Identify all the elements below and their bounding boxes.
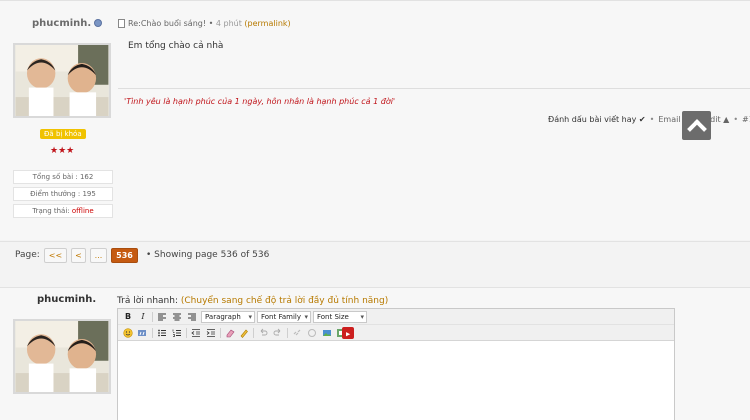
reply-username[interactable]: phucminh. xyxy=(37,294,96,305)
pager-label: Page: xyxy=(15,250,40,260)
stat-total-posts: Tổng số bài : 162 xyxy=(13,170,113,184)
signature-divider xyxy=(118,88,750,89)
emoticon-icon[interactable] xyxy=(123,328,133,338)
redo-icon[interactable] xyxy=(273,328,283,338)
unlink-icon[interactable] xyxy=(307,328,317,338)
signature: 'Tình yêu là hạnh phúc của 1 ngày, hôn n… xyxy=(124,97,396,106)
eraser-icon[interactable] xyxy=(225,328,235,338)
pagination: Page: << < ... 536 • Showing page 536 of… xyxy=(0,241,750,268)
online-status-icon xyxy=(94,19,103,27)
post-time: 4 phút xyxy=(215,19,242,28)
scroll-to-top-icon[interactable] xyxy=(682,111,711,140)
post-number-link[interactable]: #1 xyxy=(742,115,750,124)
post-header: Re:Chào buổi sáng! • 4 phút (permalink) xyxy=(118,19,291,28)
numbered-list-icon[interactable] xyxy=(172,328,182,338)
current-page-button[interactable]: 536 xyxy=(111,248,138,263)
ellipsis-button[interactable]: ... xyxy=(90,248,107,263)
editor-toolbar-2: ▶ xyxy=(118,325,674,341)
undo-icon[interactable] xyxy=(258,328,268,338)
avatar xyxy=(13,43,111,118)
clean-format-icon[interactable] xyxy=(239,328,249,338)
pager-info: • Showing page 536 of 536 xyxy=(146,250,270,260)
italic-button[interactable]: I xyxy=(138,312,148,322)
reply-title: Trả lời nhanh: (Chuyển sang chế độ trả l… xyxy=(117,296,389,306)
image-icon[interactable] xyxy=(322,328,332,338)
bullet-list-icon[interactable] xyxy=(157,328,167,338)
paragraph-select[interactable]: Paragraph xyxy=(201,311,255,323)
align-center-icon[interactable] xyxy=(172,312,182,322)
align-right-icon[interactable] xyxy=(187,312,197,322)
avatar-photo xyxy=(15,321,109,392)
rank-stars: ★★★ xyxy=(50,146,75,156)
full-editor-link[interactable]: (Chuyển sang chế độ trả lời đầy đủ tính … xyxy=(181,296,388,306)
avatar-photo xyxy=(15,45,109,116)
prev-page-button[interactable]: < xyxy=(71,248,86,263)
editor-toolbar-1: B I Paragraph Font Family Font Size xyxy=(118,309,674,325)
permalink-link[interactable]: (permalink) xyxy=(244,19,290,28)
locked-badge: Đã bị khóa xyxy=(40,129,86,139)
bold-button[interactable]: B xyxy=(123,312,133,322)
reply-avatar xyxy=(13,319,111,394)
align-left-icon[interactable] xyxy=(157,312,167,322)
youtube-icon[interactable]: ▶ xyxy=(341,326,355,340)
link-icon[interactable] xyxy=(292,328,302,338)
post-title: Re:Chào buổi sáng! xyxy=(128,19,207,28)
email-link[interactable]: Email xyxy=(658,115,680,124)
stat-points: Điểm thưởng : 195 xyxy=(13,187,113,201)
document-icon xyxy=(118,19,125,28)
quick-reply: phucminh. Trả lời nhanh: (Chuyển sang ch… xyxy=(0,287,750,420)
outdent-icon[interactable] xyxy=(191,328,201,338)
font-size-select[interactable]: Font Size xyxy=(313,311,367,323)
stat-status: Trạng thái: offline xyxy=(13,204,113,218)
first-page-button[interactable]: << xyxy=(44,248,67,263)
post-body: Em tổng chào cả nhà xyxy=(128,41,224,51)
up-icon[interactable]: ▲ xyxy=(723,115,729,124)
quote-icon[interactable] xyxy=(137,328,147,338)
post-username[interactable]: phucminh. xyxy=(32,18,103,29)
indent-icon[interactable] xyxy=(206,328,216,338)
rich-text-editor[interactable]: B I Paragraph Font Family Font Size xyxy=(117,308,675,420)
post-actions: Đánh dấu bài viết hay ✔•Email Edit ▲•#1 xyxy=(548,115,750,124)
post: phucminh. Đã bị khóa ★★★ Tổng số bài : 1… xyxy=(0,0,750,240)
font-family-select[interactable]: Font Family xyxy=(257,311,311,323)
bookmark-link[interactable]: Đánh dấu bài viết hay ✔ xyxy=(548,115,646,124)
